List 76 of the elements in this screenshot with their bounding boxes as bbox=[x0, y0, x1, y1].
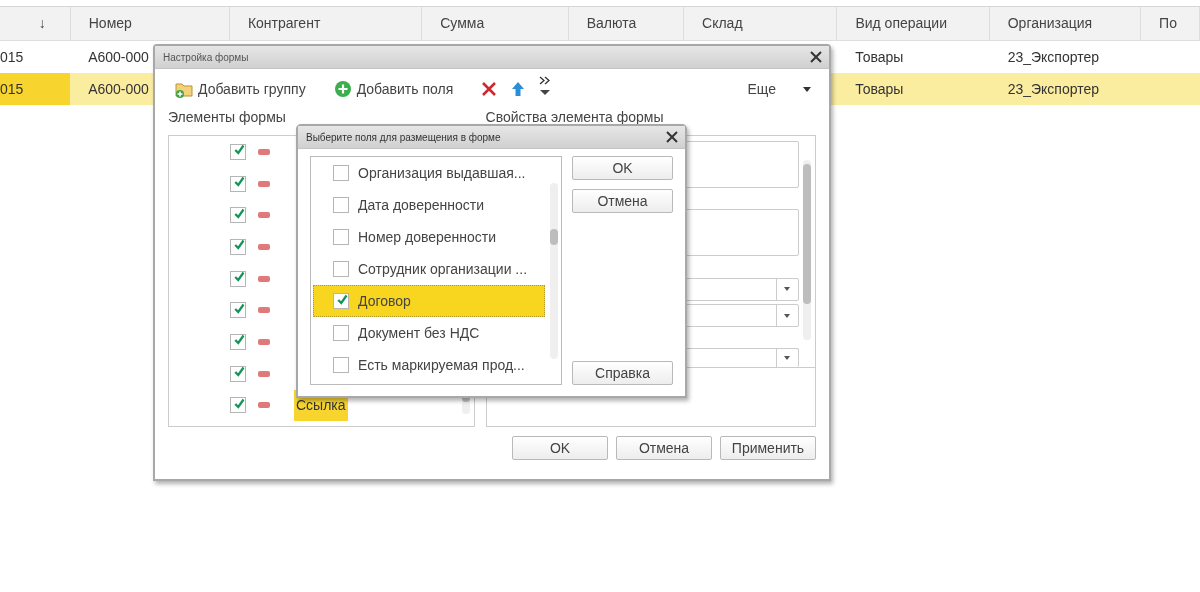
minus-icon bbox=[258, 275, 270, 282]
minus-icon bbox=[258, 402, 270, 409]
chevrons-caret-icon bbox=[539, 75, 552, 97]
column-header[interactable]: ↓ bbox=[0, 7, 71, 40]
table-cell: А600-000 bbox=[88, 81, 149, 97]
table-cell: Товары bbox=[855, 49, 904, 65]
checkbox[interactable] bbox=[333, 229, 349, 245]
checkbox[interactable] bbox=[333, 357, 349, 373]
table-cell: Товары bbox=[855, 81, 904, 97]
column-header[interactable]: Сумма bbox=[422, 7, 569, 40]
apply-button[interactable]: Применить bbox=[720, 436, 816, 460]
add-group-button[interactable]: Добавить группу bbox=[173, 78, 308, 100]
checkbox[interactable] bbox=[230, 302, 246, 319]
section-label: Элементы формы bbox=[168, 109, 287, 127]
cancel-button[interactable]: Отмена bbox=[616, 436, 712, 460]
table-cell: 23_Экспортер bbox=[1007, 49, 1099, 65]
list-item[interactable]: Есть маркируемая прод... bbox=[358, 357, 525, 373]
column-header[interactable]: Организация bbox=[989, 7, 1142, 40]
window-title: Настройка формы bbox=[163, 51, 249, 63]
plus-circle-icon bbox=[333, 80, 352, 98]
list-item[interactable]: Дата доверенности bbox=[358, 197, 484, 213]
checkbox[interactable] bbox=[333, 165, 349, 181]
caret-icon bbox=[784, 313, 790, 318]
scrollbar[interactable] bbox=[803, 160, 811, 340]
checkbox[interactable] bbox=[230, 397, 246, 414]
minus-icon bbox=[258, 370, 270, 377]
table-cell: 23_Экспортер bbox=[1007, 81, 1099, 97]
list-item[interactable]: Документ без НДС bbox=[358, 325, 480, 341]
minus-icon bbox=[258, 243, 270, 250]
table-cell: 015 bbox=[0, 49, 24, 65]
checkbox[interactable] bbox=[333, 197, 349, 213]
column-header[interactable]: Валюта bbox=[568, 7, 685, 40]
minus-icon bbox=[258, 212, 270, 219]
add-fields-button[interactable]: Добавить поля bbox=[331, 78, 456, 100]
caret-icon bbox=[803, 86, 811, 92]
folder-plus-icon bbox=[175, 80, 193, 98]
close-icon bbox=[810, 51, 822, 63]
minus-icon bbox=[258, 180, 270, 187]
caret-icon bbox=[784, 356, 790, 361]
section-label: Свойства элемента формы bbox=[485, 109, 665, 127]
up-arrow-icon bbox=[511, 81, 526, 97]
ok-button[interactable]: OK bbox=[512, 436, 608, 460]
checkbox[interactable] bbox=[230, 143, 246, 160]
column-header[interactable]: Склад bbox=[684, 7, 838, 40]
scrollbar[interactable] bbox=[550, 183, 558, 359]
window-title: Выберите поля для размещения в форме bbox=[306, 131, 501, 143]
more-button[interactable]: Еще bbox=[745, 79, 813, 99]
column-header[interactable]: Контрагент bbox=[229, 7, 423, 40]
list-item[interactable]: Договор bbox=[358, 293, 411, 309]
checkbox[interactable] bbox=[230, 333, 246, 350]
checkbox[interactable] bbox=[333, 293, 349, 309]
help-button[interactable]: Справка bbox=[572, 361, 673, 385]
table-cell: 015 bbox=[0, 81, 24, 97]
cancel-button[interactable]: Отмена bbox=[572, 189, 673, 213]
checkbox[interactable] bbox=[333, 261, 349, 277]
ok-button[interactable]: OK bbox=[572, 156, 673, 180]
checkbox[interactable] bbox=[333, 325, 349, 341]
close-icon bbox=[666, 131, 678, 143]
caret-icon bbox=[784, 287, 790, 292]
column-header[interactable]: Номер bbox=[70, 7, 230, 40]
delete-icon bbox=[481, 81, 498, 97]
column-header[interactable]: По bbox=[1141, 7, 1200, 40]
list-item[interactable]: Номер доверенности bbox=[358, 229, 497, 245]
checkbox[interactable] bbox=[230, 270, 246, 287]
checkbox[interactable] bbox=[230, 175, 246, 192]
minus-icon bbox=[258, 148, 270, 155]
column-header[interactable]: Вид операции bbox=[837, 7, 990, 40]
checkbox[interactable] bbox=[230, 365, 246, 382]
list-item[interactable]: Сотрудник организации ... bbox=[358, 261, 528, 277]
checkbox[interactable] bbox=[230, 238, 246, 255]
minus-icon bbox=[258, 338, 270, 345]
list-item[interactable]: Организация выдавшая... bbox=[358, 165, 526, 181]
selected-list-item[interactable]: Договор bbox=[313, 285, 545, 317]
table-cell: А600-000 bbox=[88, 49, 149, 65]
checkbox[interactable] bbox=[230, 207, 246, 224]
minus-icon bbox=[258, 307, 270, 314]
